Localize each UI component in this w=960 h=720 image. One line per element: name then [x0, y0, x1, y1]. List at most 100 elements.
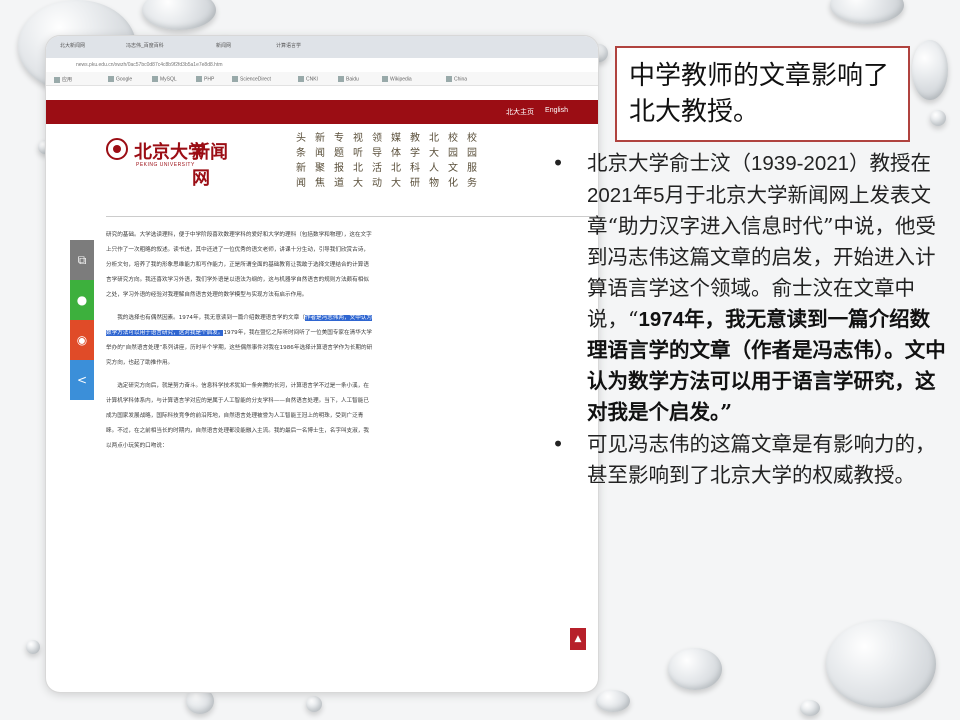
bookmark-icon — [298, 76, 304, 82]
nav-item-char: 文 — [448, 163, 458, 174]
wechat-icon[interactable]: ● — [70, 280, 94, 320]
site-logo[interactable]: 北京大学 新闻网 PEKING UNIVERSITY — [106, 136, 236, 189]
bookmark-item[interactable]: Google — [108, 76, 132, 82]
nav-item-char: 报 — [334, 163, 344, 174]
browser-tab[interactable]: 计算语言学 — [276, 42, 301, 54]
share-link-icon[interactable]: ⧉ — [70, 240, 94, 280]
pku-seal-icon — [106, 138, 128, 160]
nav-item-char: 校 — [467, 133, 477, 144]
nav-item[interactable]: 视听北大 — [353, 132, 364, 212]
nav-item-char: 校 — [448, 133, 458, 144]
water-drop-decoration — [26, 640, 40, 654]
bookmark-icon — [338, 76, 344, 82]
nav-item-char: 化 — [448, 178, 458, 189]
bookmark-icon — [446, 76, 452, 82]
nav-item-char: 动 — [372, 178, 382, 189]
bookmark-icon — [196, 76, 202, 82]
nav-item[interactable]: 校园服务 — [467, 132, 478, 212]
nav-item-char: 听 — [353, 148, 363, 159]
article-paragraph: 我的选择也有偶然因素。1974年，我无意读到一篇介绍数理语言学的文章（作者是冯志… — [106, 311, 374, 371]
bookmark-item[interactable]: PHP — [196, 76, 214, 82]
english-link[interactable]: English — [545, 107, 568, 114]
nav-item-char: 北 — [391, 163, 401, 174]
nav-item-char: 闻 — [296, 178, 306, 189]
water-drop-decoration — [830, 0, 904, 24]
pku-home-link[interactable]: 北大主页 — [506, 107, 534, 117]
browser-screenshot: 北大新闻网 冯志伟_百度百科 新闻网 计算语言学 news.pku.edu.cn… — [46, 36, 598, 692]
nav-item-char: 大 — [391, 178, 401, 189]
water-drop-decoration — [800, 700, 820, 716]
slide-title: 中学教师的文章影响了北大教授。 — [615, 46, 910, 142]
bookmark-icon — [54, 76, 60, 83]
nav-item-char: 大 — [353, 178, 363, 189]
water-drop-decoration — [142, 0, 216, 30]
nav-item-char: 教 — [410, 133, 420, 144]
nav-item-char: 北 — [353, 163, 363, 174]
nav-item-char: 活 — [372, 163, 382, 174]
nav-item-char: 聚 — [315, 163, 325, 174]
browser-tab[interactable]: 北大新闻网 — [60, 42, 85, 54]
nav-item-char: 学 — [410, 148, 420, 159]
nav-item-char: 人 — [429, 163, 439, 174]
nav-item-char: 道 — [334, 178, 344, 189]
nav-item-char: 科 — [410, 163, 420, 174]
bookmark-icon — [382, 76, 388, 82]
article-paragraph: 研究的基础。大学选读理科，便于中学阶段喜欢数理学科的爱好和大学的理科（包括数学和… — [106, 232, 372, 298]
nav-item-char: 领 — [372, 133, 382, 144]
nav-item-char: 条 — [296, 148, 306, 159]
nav-item[interactable]: 领导活动 — [372, 132, 383, 212]
address-bar[interactable]: news.pku.edu.cn/xwzh/0ac57bc0d87c4c8b9f2… — [46, 58, 598, 72]
bullet-item: • 可见冯志伟的这篇文章是有影响力的，甚至影响到了北京大学的权威教授。 — [546, 429, 946, 490]
nav-item-char: 服 — [467, 163, 477, 174]
share-sidebar: ⧉ ● ◉ < — [70, 240, 94, 400]
nav-item[interactable]: 新闻聚焦 — [315, 132, 326, 212]
scroll-to-top-button[interactable]: ▲ — [570, 628, 586, 650]
nav-item-char: 体 — [391, 148, 401, 159]
logo-english-name: PEKING UNIVERSITY — [136, 162, 195, 168]
water-drop-decoration — [668, 648, 722, 690]
bookmark-item[interactable]: China — [446, 76, 467, 82]
share-icon[interactable]: < — [70, 360, 94, 400]
url-text[interactable]: news.pku.edu.cn/xwzh/0ac57bc0d87c4c8b9f2… — [76, 62, 223, 68]
nav-item-char: 新 — [296, 163, 306, 174]
nav-item-char: 园 — [448, 148, 458, 159]
nav-item[interactable]: 专题报道 — [334, 132, 345, 212]
bookmark-icon — [108, 76, 114, 82]
bookmark-item[interactable]: Wikipedia — [382, 76, 412, 82]
browser-tabbar: 北大新闻网 冯志伟_百度百科 新闻网 计算语言学 — [46, 36, 598, 58]
bookmark-icon — [152, 76, 158, 82]
bookmark-item[interactable]: 应用 — [54, 76, 72, 83]
highlighted-text[interactable]: 作者是冯志伟 — [304, 315, 339, 321]
bookmark-item[interactable]: Baidu — [338, 76, 359, 82]
bullet-dot-icon: • — [552, 151, 565, 175]
nav-item-char: 大 — [429, 148, 439, 159]
bookmark-item[interactable]: ScienceDirect — [232, 76, 271, 82]
nav-item-char: 务 — [467, 178, 477, 189]
site-top-bar: 北大主页 English — [46, 100, 598, 124]
site-nav: 头条新闻新闻聚焦专题报道视听北大领导活动媒体北大教学科研北大人物校园文化校园服务 — [296, 132, 478, 212]
nav-item[interactable]: 校园文化 — [448, 132, 459, 212]
nav-item[interactable]: 头条新闻 — [296, 132, 307, 212]
browser-tab[interactable]: 新闻网 — [216, 42, 231, 54]
nav-item-char: 物 — [429, 178, 439, 189]
nav-item-char: 导 — [372, 148, 382, 159]
browser-tab[interactable]: 冯志伟_百度百科 — [126, 42, 164, 54]
article-text: 我的选择也有偶然因素。1974年，我无意读到一篇介绍数理语言学的文章（ — [117, 315, 305, 321]
water-drop-decoration — [306, 696, 322, 712]
water-drop-decoration — [930, 110, 946, 126]
nav-item[interactable]: 教学科研 — [410, 132, 421, 212]
nav-item-char: 闻 — [315, 148, 325, 159]
nav-item-char: 专 — [334, 133, 344, 144]
logo-news-name: 新闻网 — [192, 142, 228, 189]
water-drop-decoration — [826, 620, 936, 708]
nav-item[interactable]: 媒体北大 — [391, 132, 402, 212]
water-drop-decoration — [912, 40, 948, 100]
nav-item[interactable]: 北大人物 — [429, 132, 440, 212]
bookmark-item[interactable]: MySQL — [152, 76, 177, 82]
nav-item-char: 研 — [410, 178, 420, 189]
bookmark-icon — [232, 76, 238, 82]
nav-item-char: 新 — [315, 133, 325, 144]
bookmark-item[interactable]: CNKI — [298, 76, 318, 82]
bullet-dot-icon: • — [552, 432, 565, 457]
weibo-icon[interactable]: ◉ — [70, 320, 94, 360]
